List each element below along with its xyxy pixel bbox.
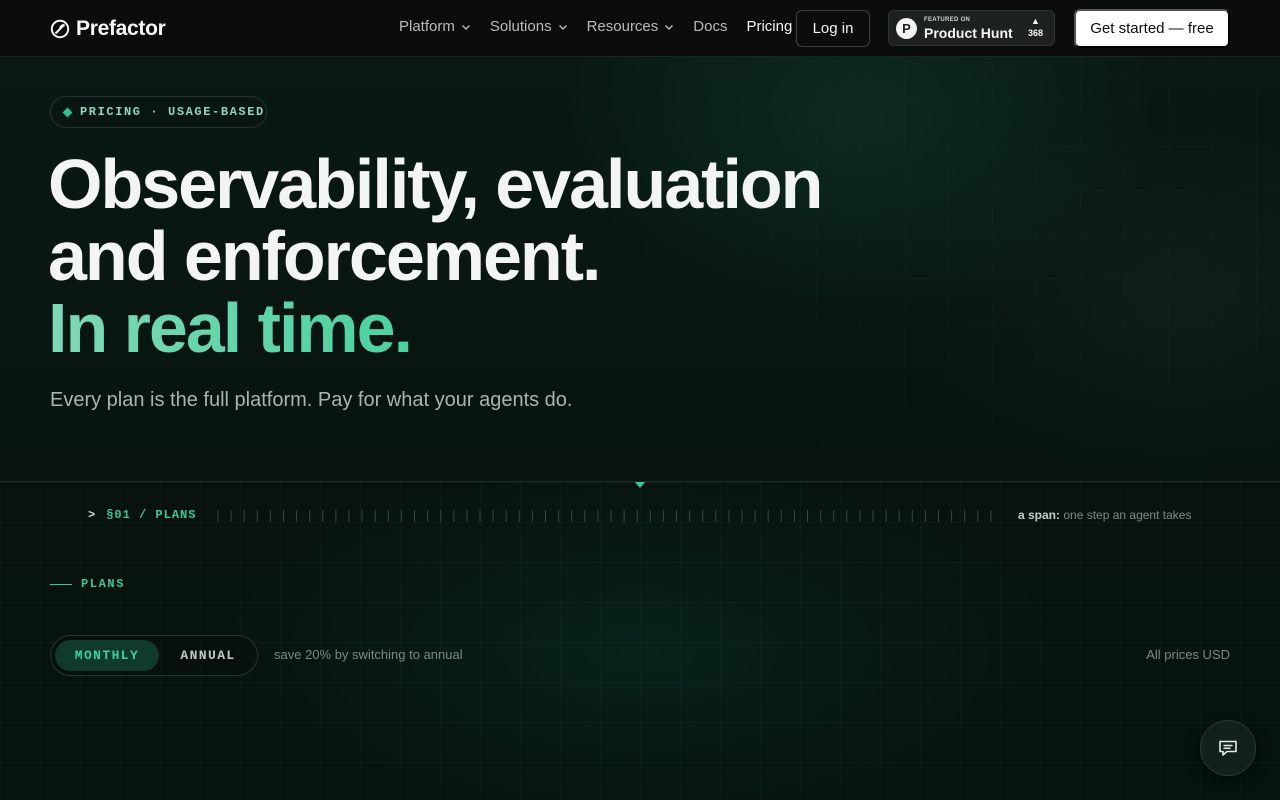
product-hunt-featured-label: FEATURED ON <box>924 16 971 23</box>
span-description: one step an agent takes <box>1063 508 1192 522</box>
page-title: Observability, evaluation and enforcemen… <box>48 145 823 364</box>
chevron-down-icon <box>461 24 470 30</box>
nav-item-resources[interactable]: Resources <box>587 18 675 35</box>
plans-heading: PLANS <box>50 577 125 591</box>
title-line-3: In real time. <box>48 292 821 364</box>
chat-icon <box>1219 740 1237 756</box>
badge-label: PRICING · USAGE-BASED <box>80 105 265 119</box>
section-label: §01 / PLANS <box>106 508 197 522</box>
toggle-annual[interactable]: ANNUAL <box>163 640 253 671</box>
span-term: a span: <box>1018 508 1061 522</box>
page-subtitle: Every plan is the full platform. Pay for… <box>50 389 573 411</box>
product-hunt-text: FEATURED ON Product Hunt <box>924 17 1013 40</box>
product-hunt-name: Product Hunt <box>924 24 1013 41</box>
nav-item-label: Pricing <box>746 18 793 35</box>
toggle-monthly[interactable]: MONTHLY <box>55 640 159 671</box>
product-hunt-logo-icon: P <box>896 17 917 39</box>
chat-button[interactable] <box>1200 720 1256 776</box>
nav-item-pricing[interactable]: Pricing <box>746 18 792 35</box>
nav-item-docs[interactable]: Docs <box>693 18 727 35</box>
ruler-ticks <box>217 510 992 522</box>
billing-period-toggle: MONTHLY ANNUAL <box>50 635 258 676</box>
nav-item-solutions[interactable]: Solutions <box>490 18 568 35</box>
nav-item-platform[interactable]: Platform <box>399 18 471 35</box>
plans-heading-rule <box>50 583 72 585</box>
get-started-button[interactable]: Get started — free <box>1074 9 1230 48</box>
chevron-down-icon <box>558 24 567 30</box>
section-heading: > §01 / PLANS <box>88 508 196 522</box>
top-navigation: Prefactor Platform Solutions Resources D… <box>0 0 1280 57</box>
pricing-badge: PRICING · USAGE-BASED <box>50 96 267 128</box>
chevron-down-icon <box>665 24 674 30</box>
title-line-2: and enforcement. <box>48 217 601 295</box>
diamond-icon <box>62 107 73 117</box>
plans-heading-label: PLANS <box>81 577 126 591</box>
nav-item-label: Docs <box>693 18 728 35</box>
brand-logo[interactable]: Prefactor <box>50 17 166 41</box>
section-prompt: > <box>88 508 97 522</box>
nav-item-label: Solutions <box>489 18 552 35</box>
position-marker-icon <box>635 482 645 488</box>
product-hunt-votes: ▲ 368 <box>1028 17 1043 38</box>
nav-links: Platform Solutions Resources Docs Pricin… <box>399 18 811 35</box>
span-definition: a span: one step an agent takes <box>1018 508 1191 522</box>
currency-note: All prices USD <box>1146 647 1230 662</box>
title-line-1: Observability, evaluation <box>48 145 823 223</box>
product-hunt-badge[interactable]: P FEATURED ON Product Hunt ▲ 368 <box>888 10 1055 46</box>
nav-item-label: Resources <box>586 18 659 35</box>
prefactor-logo-icon <box>50 19 70 39</box>
product-hunt-vote-count: 368 <box>1027 28 1043 38</box>
annual-savings-note: save 20% by switching to annual <box>274 647 463 662</box>
brand-name: Prefactor <box>76 17 166 40</box>
login-button[interactable]: Log in <box>796 10 870 47</box>
upvote-icon: ▲ <box>1031 16 1040 26</box>
nav-item-label: Platform <box>399 18 455 35</box>
